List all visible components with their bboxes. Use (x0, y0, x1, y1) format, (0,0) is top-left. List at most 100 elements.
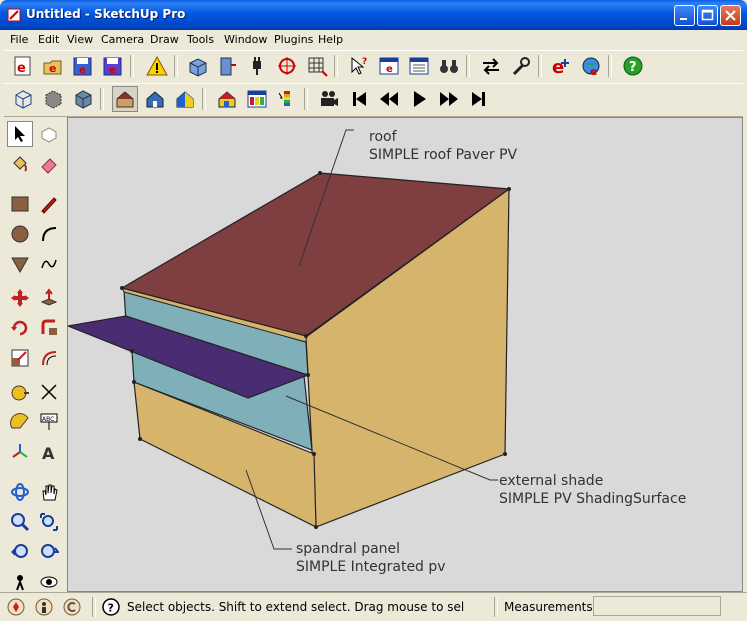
select-tool[interactable] (7, 121, 33, 147)
window-title: Untitled - SketchUp Pro (26, 7, 186, 21)
energyplus-globe-button[interactable]: e (578, 53, 604, 79)
help-button[interactable]: ? (620, 53, 646, 79)
fast-forward-button[interactable] (436, 86, 462, 112)
first-frame-button[interactable] (346, 86, 372, 112)
paint-bucket-tool[interactable] (7, 151, 33, 177)
push-pull-tool[interactable] (36, 285, 62, 311)
follow-me-tool[interactable] (36, 315, 62, 341)
render-mode-button[interactable] (214, 86, 240, 112)
offset-tool[interactable] (36, 345, 62, 371)
credits-icon[interactable] (35, 598, 53, 616)
info-window-button[interactable]: e (376, 53, 402, 79)
zoom-tool[interactable] (7, 509, 33, 535)
color-by-layer-button[interactable] (172, 86, 198, 112)
text-tool[interactable]: ABC (36, 409, 62, 435)
wireframe-button[interactable] (40, 86, 66, 112)
svg-text:e: e (590, 65, 597, 77)
user-account-icon[interactable] (63, 598, 81, 616)
make-component-tool[interactable] (36, 121, 62, 147)
menu-file[interactable]: File (10, 33, 28, 46)
pan-tool[interactable] (36, 479, 62, 505)
hidden-line-button[interactable] (70, 86, 96, 112)
previous-view-tool[interactable] (7, 539, 33, 565)
menu-view[interactable]: View (67, 33, 93, 46)
paint-bucket-icon (13, 156, 27, 172)
binoculars-button[interactable] (436, 53, 462, 79)
pencil-tool[interactable] (36, 191, 62, 217)
rectangle-tool[interactable] (7, 191, 33, 217)
rewind-icon (380, 92, 398, 106)
scale-tool[interactable] (7, 345, 33, 371)
data-table-button[interactable] (244, 86, 270, 112)
geolocation-icon[interactable] (7, 598, 25, 616)
svg-text:e: e (49, 62, 56, 75)
xray-button[interactable] (10, 86, 36, 112)
swap-button[interactable] (478, 53, 504, 79)
shaded-button[interactable] (112, 86, 138, 112)
legend-button[interactable] (274, 86, 300, 112)
zoom-window-tool[interactable] (36, 509, 62, 535)
plug-button[interactable] (244, 53, 270, 79)
surface-button[interactable] (214, 53, 240, 79)
menu-draw[interactable]: Draw (150, 33, 179, 46)
measurements-input[interactable] (593, 596, 721, 616)
model-viewport[interactable]: roof SIMPLE roof Paver PV external shade… (67, 117, 743, 592)
offset-icon (42, 351, 57, 366)
roof-annotation[interactable]: roof SIMPLE roof Paver PV (369, 128, 517, 164)
menu-help[interactable]: Help (318, 33, 343, 46)
menu-camera[interactable]: Camera (101, 33, 144, 46)
svg-text:e: e (17, 61, 26, 76)
rewind-button[interactable] (376, 86, 402, 112)
zone-button[interactable] (184, 53, 210, 79)
play-icon (414, 91, 426, 107)
menu-plugins[interactable]: Plugins (274, 33, 313, 46)
target-button[interactable] (274, 53, 300, 79)
toolbar-separator (174, 55, 178, 77)
close-button[interactable] (720, 5, 741, 26)
protractor-icon (10, 413, 29, 429)
zoom-magnifier-icon (11, 513, 30, 532)
status-help-icon[interactable]: ? (102, 598, 120, 616)
zoom-extents-tool[interactable] (36, 539, 62, 565)
energyplus-add-button[interactable]: e (548, 53, 574, 79)
list-window-button[interactable] (406, 53, 432, 79)
play-button[interactable] (406, 86, 432, 112)
maximize-button[interactable] (697, 5, 718, 26)
title-bar[interactable]: Untitled - SketchUp Pro (0, 0, 747, 30)
shade-annotation[interactable]: external shade SIMPLE PV ShadingSurface (499, 472, 686, 508)
tape-measure-tool[interactable] (7, 379, 33, 405)
toolbar-separator (202, 88, 206, 110)
3d-text-tool[interactable]: A (36, 439, 62, 465)
save-as-button[interactable]: e (100, 53, 126, 79)
freehand-tool[interactable] (36, 251, 62, 277)
eraser-tool[interactable] (36, 151, 62, 177)
query-button[interactable]: ? (346, 53, 372, 79)
wrench-button[interactable] (508, 53, 534, 79)
orbit-tool[interactable] (7, 479, 33, 505)
protractor-tool[interactable] (7, 409, 33, 435)
shaded-textures-button[interactable] (142, 86, 168, 112)
polygon-tool[interactable] (7, 251, 33, 277)
circle-tool[interactable] (7, 221, 33, 247)
menu-window[interactable]: Window (224, 33, 267, 46)
warning-button[interactable] (144, 53, 170, 79)
spandral-annotation[interactable]: spandral panel SIMPLE Integrated pv (296, 540, 446, 576)
open-button[interactable]: e (40, 53, 66, 79)
move-tool[interactable] (7, 285, 33, 311)
menu-tools[interactable]: Tools (187, 33, 214, 46)
axes-tool[interactable] (7, 439, 33, 465)
toolbar-separator (100, 88, 104, 110)
grid-button[interactable] (304, 53, 330, 79)
save-button[interactable]: e (70, 53, 96, 79)
crosshair-target-icon (278, 57, 296, 75)
menu-edit[interactable]: Edit (38, 33, 59, 46)
new-button[interactable]: e (10, 53, 36, 79)
status-bar: ? Select objects. Shift to extend select… (0, 592, 747, 621)
shaded-house-icon (116, 91, 134, 108)
last-frame-button[interactable] (466, 86, 492, 112)
rotate-tool[interactable] (7, 315, 33, 341)
dimension-tool[interactable] (36, 379, 62, 405)
arc-tool[interactable] (36, 221, 62, 247)
minimize-button[interactable] (674, 5, 695, 26)
animation-button[interactable] (316, 86, 342, 112)
